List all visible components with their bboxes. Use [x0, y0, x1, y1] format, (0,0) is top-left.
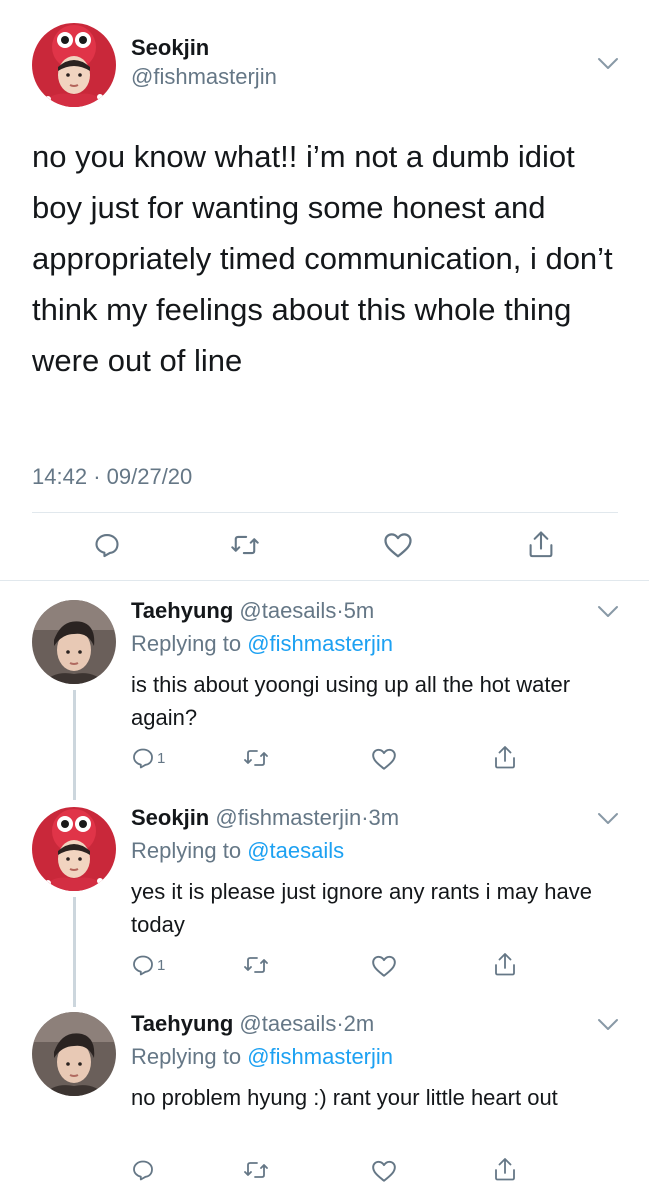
- thread-line: [73, 690, 76, 800]
- tweet-text: yes it is please just ignore any rants i…: [131, 879, 593, 937]
- replying-to-link[interactable]: @taesails: [247, 838, 344, 863]
- reply-header: Taehyung @taesails·2m: [131, 1011, 374, 1037]
- author-name[interactable]: Seokjin: [131, 805, 209, 830]
- meta-separator: ·: [93, 464, 101, 489]
- share-button[interactable]: [493, 744, 517, 770]
- reply-button[interactable]: 1: [131, 953, 165, 977]
- share-icon: [495, 1158, 515, 1181]
- reply-button[interactable]: [131, 1158, 155, 1182]
- reply-count: 1: [157, 956, 166, 974]
- tweet-date: 09/27/20: [106, 464, 193, 489]
- thread-line: [73, 897, 76, 1007]
- replying-to-link[interactable]: @fishmasterjin: [247, 631, 393, 656]
- replying-to: Replying to @taesails: [131, 838, 344, 864]
- reply-count: 1: [157, 749, 166, 767]
- retweet-button[interactable]: [243, 953, 269, 977]
- reply-icon: [133, 748, 153, 769]
- tweet-text: no you know what!! i’m not a dumb idiot …: [32, 139, 613, 378]
- share-icon: [529, 531, 553, 558]
- like-button[interactable]: [383, 531, 413, 559]
- meta-separator: ·: [361, 805, 369, 830]
- divider: [32, 512, 618, 513]
- tweet-age[interactable]: 5m: [344, 598, 375, 623]
- author-name[interactable]: Taehyung: [131, 598, 233, 623]
- share-icon: [495, 953, 515, 976]
- like-icon: [372, 1160, 396, 1182]
- retweet-icon: [244, 1162, 268, 1178]
- like-icon: [372, 748, 396, 770]
- author-handle[interactable]: @fishmasterjin: [215, 805, 361, 830]
- share-button[interactable]: [527, 529, 555, 559]
- like-icon: [372, 955, 396, 977]
- retweet-button[interactable]: [243, 746, 269, 770]
- author-handle[interactable]: @taesails: [239, 598, 336, 623]
- author-name[interactable]: Seokjin: [131, 35, 209, 61]
- avatar-taehyung[interactable]: [32, 600, 116, 684]
- tweet-time: 14:42: [32, 464, 88, 489]
- author-handle[interactable]: @fishmasterjin: [131, 64, 277, 90]
- section-divider: [0, 580, 649, 581]
- reply-header: Taehyung @taesails·5m: [131, 598, 374, 624]
- replying-to: Replying to @fishmasterjin: [131, 631, 393, 657]
- reply-button[interactable]: 1: [131, 746, 165, 770]
- reply-header: Seokjin @fishmasterjin·3m: [131, 805, 399, 831]
- like-button[interactable]: [371, 954, 397, 978]
- avatar-taehyung[interactable]: [32, 1012, 116, 1096]
- avatar-seokjin[interactable]: [32, 23, 116, 107]
- author-handle[interactable]: @taesails: [239, 1011, 336, 1036]
- tweet-text: is this about yoongi using up all the ho…: [131, 672, 571, 730]
- author-name[interactable]: Taehyung: [131, 1011, 233, 1036]
- chevron-down-icon[interactable]: [597, 812, 619, 826]
- meta-separator: ·: [336, 1011, 344, 1036]
- like-button[interactable]: [371, 747, 397, 771]
- tweet-text: no problem hyung :) rant your little hea…: [131, 1085, 558, 1110]
- reply-button[interactable]: [93, 531, 121, 559]
- like-button[interactable]: [371, 1159, 397, 1183]
- like-icon: [384, 533, 412, 558]
- share-button[interactable]: [493, 951, 517, 977]
- tweet-age[interactable]: 2m: [344, 1011, 375, 1036]
- chevron-down-icon[interactable]: [597, 1018, 619, 1032]
- reply-icon: [133, 1160, 153, 1181]
- share-button[interactable]: [493, 1156, 517, 1182]
- tweet-timestamp[interactable]: 14:42 · 09/27/20: [32, 464, 192, 490]
- chevron-down-icon[interactable]: [597, 605, 619, 619]
- replying-to-link[interactable]: @fishmasterjin: [247, 1044, 393, 1069]
- retweet-button[interactable]: [243, 1158, 269, 1182]
- share-icon: [495, 746, 515, 769]
- reply-icon: [95, 534, 119, 558]
- retweet-button[interactable]: [230, 531, 260, 559]
- avatar-seokjin[interactable]: [32, 807, 116, 891]
- chevron-down-icon[interactable]: [597, 57, 619, 71]
- replying-prefix: Replying to: [131, 1044, 242, 1069]
- meta-separator: ·: [336, 598, 344, 623]
- replying-prefix: Replying to: [131, 631, 242, 656]
- retweet-icon: [231, 535, 259, 555]
- reply-icon: [133, 955, 153, 976]
- replying-prefix: Replying to: [131, 838, 242, 863]
- tweet-age[interactable]: 3m: [369, 805, 400, 830]
- retweet-icon: [244, 750, 268, 766]
- retweet-icon: [244, 957, 268, 973]
- replying-to: Replying to @fishmasterjin: [131, 1044, 393, 1070]
